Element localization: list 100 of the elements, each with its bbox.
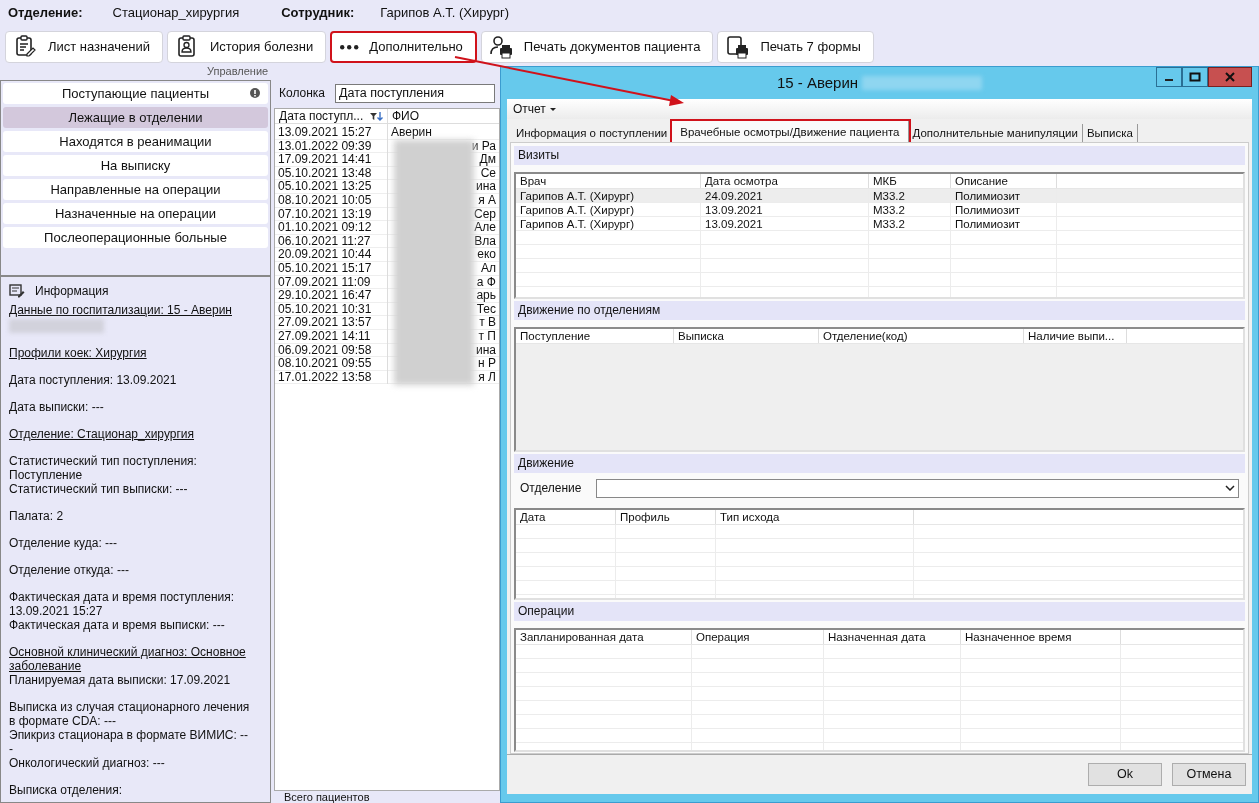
report-menu[interactable]: Отчет bbox=[513, 100, 556, 118]
column-header[interactable]: Поступление bbox=[516, 329, 674, 343]
clipboard-icon bbox=[14, 35, 38, 59]
department-value: Стационар_хирургия bbox=[112, 4, 240, 23]
table-cell: Гарипов А.Т. (Хирург) bbox=[516, 189, 701, 202]
column-header[interactable]: Врач bbox=[516, 174, 701, 188]
date-cell: 29.10.2021 16:47 bbox=[275, 289, 387, 303]
toolbar-button[interactable]: Лист назначений bbox=[5, 31, 163, 63]
info-text: Отделение откуда: --- bbox=[9, 563, 130, 577]
name-cell: Се bbox=[480, 166, 496, 180]
column-header[interactable]: Дата bbox=[516, 510, 616, 524]
info-link[interactable]: Основной клинический диагноз: Основное заболевание bbox=[9, 645, 252, 673]
info-text: Дата поступления: 13.09.2021 bbox=[9, 373, 178, 387]
info-link[interactable]: Данные по госпитализации: 15 - Аверин bbox=[9, 303, 252, 317]
info-text: Статистический тип поступления: Поступление bbox=[9, 454, 198, 482]
date-cell: 07.10.2021 13:19 bbox=[275, 207, 387, 222]
name-cell: Дм bbox=[479, 153, 496, 166]
table-cell: 24.09.2021 bbox=[701, 189, 869, 202]
info-link[interactable]: Профили коек: Хирургия bbox=[9, 346, 252, 360]
toolbar-button[interactable]: Печать 7 формы bbox=[717, 31, 874, 63]
chevron-down-icon bbox=[1225, 485, 1235, 491]
column-header[interactable]: Назначенная дата bbox=[824, 630, 961, 644]
info-title: Информация bbox=[35, 283, 109, 300]
category-item[interactable]: Направленные на операции bbox=[3, 179, 268, 200]
date-cell: 06.09.2021 09:58 bbox=[275, 343, 387, 358]
name-cell: ина bbox=[476, 180, 496, 193]
date-cell: 08.10.2021 10:05 bbox=[275, 193, 387, 208]
section-title: Визиты bbox=[518, 148, 560, 162]
more-icon bbox=[340, 44, 360, 50]
table-cell: Полимиозит bbox=[951, 203, 1057, 216]
date-cell: 05.10.2021 13:25 bbox=[275, 180, 387, 194]
name-cell: Ал bbox=[481, 261, 496, 275]
date-cell: 17.01.2022 13:58 bbox=[275, 370, 387, 385]
column-header[interactable]: Выписка bbox=[674, 329, 819, 343]
column-header[interactable]: Дата осмотра bbox=[701, 174, 869, 188]
table-cell: 13.09.2021 bbox=[701, 217, 869, 230]
dialog-button[interactable]: Ok bbox=[1088, 763, 1162, 786]
table-cell: M33.2 bbox=[869, 189, 951, 202]
info-text: Фактическая дата и время поступления: 13.09.2021 15:27 bbox=[9, 590, 236, 618]
employee-value: Гарипов А.Т. (Хирург) bbox=[380, 4, 510, 23]
name-cell: ина bbox=[476, 343, 496, 357]
category-item[interactable]: Находятся в реанимации bbox=[3, 131, 268, 152]
name-cell: и Ра bbox=[471, 139, 496, 153]
column-header[interactable]: ФИО bbox=[388, 109, 499, 123]
group-label: Управление bbox=[207, 65, 269, 77]
minimize-icon bbox=[1165, 79, 1173, 81]
date-cell: 05.10.2021 15:17 bbox=[275, 261, 387, 276]
table-cell: Полимиозит bbox=[951, 189, 1057, 202]
category-item[interactable]: Поступающие пациенты bbox=[3, 83, 268, 104]
date-cell: 06.10.2021 11:27 bbox=[275, 234, 387, 249]
name-cell: я Л bbox=[478, 370, 496, 384]
column-select[interactable]: Дата поступления bbox=[335, 83, 495, 103]
info-text: Выписка отделения: bbox=[9, 783, 123, 797]
employee-label: Сотрудник: bbox=[281, 4, 355, 23]
info-text: Статистический тип выписки: --- bbox=[9, 482, 189, 496]
column-header[interactable]: Отделение(код) bbox=[819, 329, 1024, 343]
department-dropdown[interactable] bbox=[596, 478, 1239, 498]
column-header[interactable]: Тип исхода bbox=[716, 510, 914, 524]
person-printer-icon bbox=[489, 35, 514, 59]
section-title: Движение по отделениям bbox=[518, 303, 661, 317]
category-item[interactable]: Лежащие в отделении bbox=[3, 107, 268, 128]
column-header[interactable]: Профиль bbox=[616, 510, 716, 524]
toolbar-button[interactable]: История болезни bbox=[166, 31, 327, 63]
dialog-button[interactable]: Отмена bbox=[1172, 763, 1246, 786]
name-cell: я А bbox=[478, 193, 496, 207]
column-header[interactable]: Наличие выпи... bbox=[1024, 329, 1127, 343]
date-cell: 13.01.2022 09:39 bbox=[275, 139, 387, 154]
info-text: Палата: 2 bbox=[9, 509, 65, 523]
date-cell: 13.09.2021 15:27 bbox=[275, 126, 387, 140]
column-header[interactable]: Назначенное время bbox=[961, 630, 1121, 644]
page-printer-icon bbox=[726, 35, 751, 59]
name-cell: т П bbox=[478, 329, 496, 343]
section-title: Движение bbox=[518, 456, 574, 470]
date-cell: 07.09.2021 11:09 bbox=[275, 275, 387, 290]
tab[interactable]: Врачебные осмотры/Движение пациента bbox=[672, 121, 909, 142]
date-cell: 27.09.2021 13:57 bbox=[275, 316, 387, 330]
column-header[interactable]: МКБ bbox=[869, 174, 951, 188]
caret-icon bbox=[549, 107, 556, 111]
date-cell: 20.09.2021 10:44 bbox=[275, 248, 387, 262]
toolbar-button[interactable]: Печать документов пациента bbox=[480, 31, 714, 63]
column-header[interactable]: Запланированная дата bbox=[516, 630, 692, 644]
toolbar-button[interactable]: Дополнительно bbox=[330, 31, 477, 63]
name-cell: арь bbox=[476, 289, 496, 302]
category-item[interactable]: Послеоперационные больные bbox=[3, 227, 268, 248]
close-button[interactable] bbox=[1208, 67, 1252, 87]
column-header[interactable]: Дата поступл... bbox=[275, 109, 388, 123]
minimize-button[interactable] bbox=[1156, 67, 1182, 87]
info-text: Дата выписки: --- bbox=[9, 400, 105, 414]
date-cell: 17.09.2021 14:41 bbox=[275, 153, 387, 167]
maximize-button[interactable] bbox=[1182, 67, 1208, 87]
name-cell: т В bbox=[479, 316, 496, 329]
name-cell: Сер bbox=[474, 207, 496, 221]
category-item[interactable]: Назначенные на операции bbox=[3, 203, 268, 224]
info-text: Планируемая дата выписки: 17.09.2021 bbox=[9, 673, 232, 687]
column-header[interactable]: Операция bbox=[692, 630, 824, 644]
category-item[interactable]: На выписку bbox=[3, 155, 268, 176]
table-cell: M33.2 bbox=[869, 203, 951, 216]
info-link[interactable]: Отделение: Стационар_хирургия bbox=[9, 427, 252, 441]
name-cell: Але bbox=[474, 221, 496, 234]
column-header[interactable]: Описание bbox=[951, 174, 1057, 188]
